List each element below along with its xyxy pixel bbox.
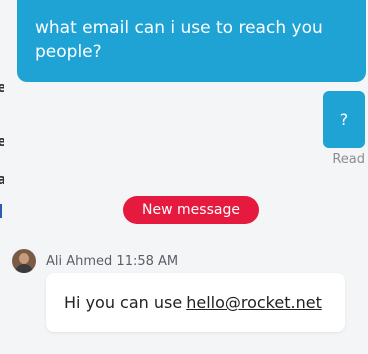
outgoing-message-bubble[interactable]: ? (323, 91, 365, 148)
cropped-glyph: e (0, 134, 4, 150)
outgoing-message-text: what email can i use to reach you people… (35, 18, 323, 62)
email-link[interactable]: hello@rocket.net (186, 293, 322, 312)
avatar[interactable] (12, 249, 36, 273)
cropped-sidebar-edge: e e a (0, 0, 4, 354)
incoming-message-text: Hi you can use (64, 293, 183, 312)
outgoing-message-bubble[interactable]: what email can i use to reach you people… (17, 0, 366, 82)
avatar-head (19, 253, 29, 264)
incoming-message-bubble: Hi you can use hello@rocket.net (46, 273, 345, 332)
cropped-glyph: e (0, 80, 4, 96)
cropped-accent-bar (0, 204, 2, 218)
outgoing-message-text: ? (339, 110, 349, 129)
new-message-button[interactable]: New message (123, 196, 259, 224)
read-receipt: Read (332, 152, 365, 167)
cropped-glyph: a (0, 172, 4, 188)
sender-meta: Ali Ahmed 11:58 AM (46, 254, 179, 269)
avatar-shoulders (15, 264, 33, 273)
